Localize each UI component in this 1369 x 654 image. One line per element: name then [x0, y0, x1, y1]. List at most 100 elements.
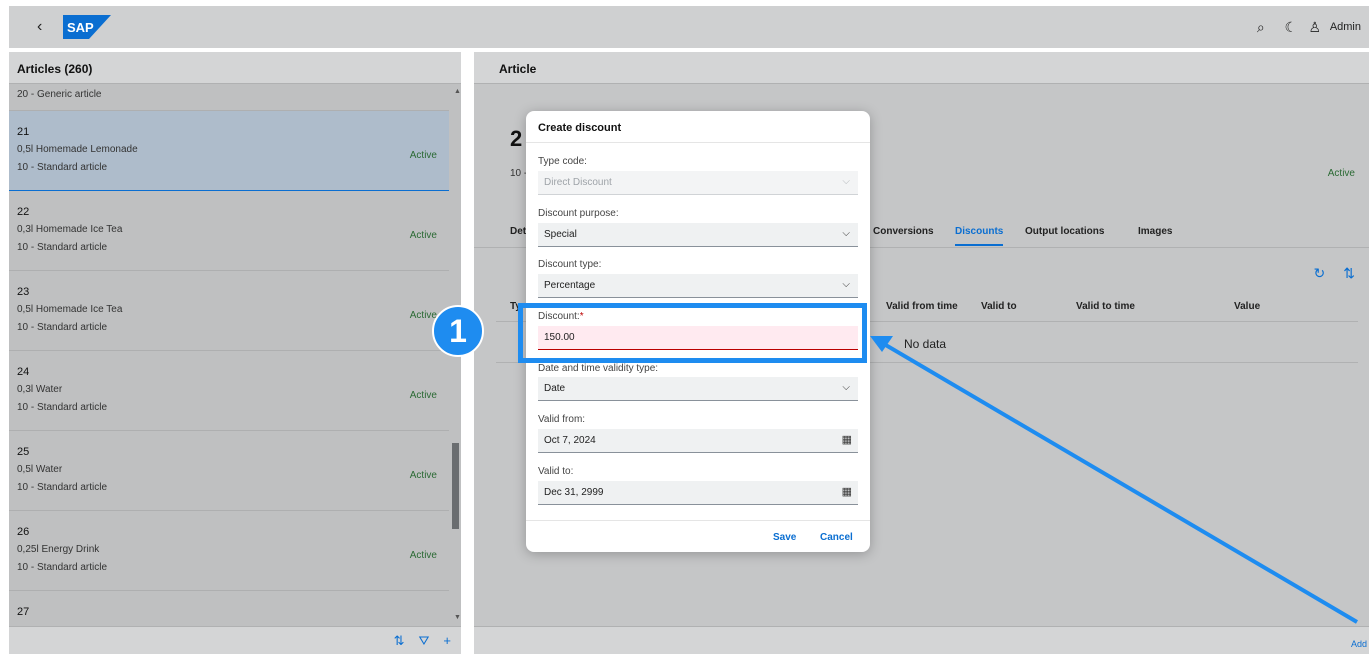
- list-item[interactable]: 21 0,5l Homemade Lemonade 10 - Standard …: [9, 111, 449, 191]
- discount-type-value: Percentage: [544, 280, 596, 291]
- validity-type-label: Date and time validity type:: [538, 363, 659, 374]
- articles-title: Articles (260): [9, 52, 461, 84]
- valid-from-datepicker[interactable]: Oct 7, 2024 ▦: [538, 429, 858, 453]
- list-item[interactable]: 23 0,5l Homemade Ice Tea 10 - Standard a…: [9, 271, 449, 351]
- item-number: 23: [17, 286, 30, 298]
- validity-type-select[interactable]: Date ⌵: [538, 377, 858, 401]
- list-item[interactable]: 27: [9, 591, 449, 625]
- type-code-select: Direct Discount ⌵: [538, 171, 858, 195]
- back-icon[interactable]: ‹: [37, 18, 42, 36]
- status-text: Active: [409, 470, 437, 481]
- item-type: 10 - Standard article: [17, 482, 108, 493]
- status-text: Active: [409, 310, 437, 321]
- shell-actions: ⌕ ☾ ♙ Admin: [1246, 6, 1369, 48]
- discount-type-label: Discount type:: [538, 259, 602, 270]
- cancel-button[interactable]: Cancel: [820, 532, 853, 543]
- filter-icon[interactable]: ⛛: [418, 633, 429, 649]
- calendar-icon[interactable]: ▦: [842, 433, 852, 446]
- item-number: 25: [17, 446, 30, 458]
- list-item[interactable]: 26 0,25l Energy Drink 10 - Standard arti…: [9, 511, 449, 591]
- detail-footer: Add: [474, 626, 1369, 654]
- valid-from-value: Oct 7, 2024: [544, 435, 596, 446]
- item-type: 10 - Standard article: [17, 162, 108, 173]
- item-name: 0,25l Energy Drink: [17, 544, 100, 555]
- valid-to-datepicker[interactable]: Dec 31, 2999 ▦: [538, 481, 858, 505]
- object-subtitle: 10 -: [510, 168, 528, 179]
- no-data-text: No data: [904, 337, 947, 351]
- sort-icon[interactable]: ⇅: [394, 633, 405, 649]
- item-type: 10 - Standard article: [17, 562, 108, 573]
- shell-bar: ‹ SAP ⌕ ☾ ♙ Admin: [9, 6, 1369, 48]
- dialog-footer: Save Cancel: [526, 520, 870, 552]
- validity-type-value: Date: [544, 383, 566, 394]
- dialog-title: Create discount: [526, 111, 870, 143]
- sap-logo[interactable]: SAP: [63, 15, 111, 39]
- save-button[interactable]: Save: [773, 532, 796, 543]
- tab-discounts[interactable]: Discounts: [955, 226, 1004, 246]
- object-title: 2: [510, 126, 523, 151]
- search-icon[interactable]: ⌕: [1246, 19, 1276, 36]
- list-item-partial[interactable]: 20 - Generic article: [9, 85, 449, 111]
- chevron-down-icon[interactable]: ⌵: [842, 228, 850, 239]
- status-text: Active: [409, 150, 437, 161]
- discount-purpose-value: Special: [544, 229, 577, 240]
- user-icon[interactable]: ♙: [1306, 19, 1324, 36]
- col-valid-from-time: Valid from time: [886, 301, 958, 312]
- chevron-down-icon: ⌵: [842, 176, 850, 187]
- item-number: 22: [17, 206, 30, 218]
- item-name: 0,5l Homemade Ice Tea: [17, 304, 123, 315]
- item-name: 0,3l Water: [17, 384, 63, 395]
- list-item[interactable]: 22 0,3l Homemade Ice Tea 10 - Standard a…: [9, 191, 449, 271]
- discount-purpose-select[interactable]: Special ⌵: [538, 223, 858, 247]
- item-type: 10 - Standard article: [17, 322, 108, 333]
- article-list[interactable]: 20 - Generic article 21 0,5l Homemade Le…: [9, 85, 449, 625]
- add-button[interactable]: Add: [1351, 639, 1367, 649]
- discount-type-select[interactable]: Percentage ⌵: [538, 274, 858, 298]
- refresh-icon[interactable]: ↻: [1314, 265, 1326, 282]
- item-name: 0,3l Homemade Ice Tea: [17, 224, 123, 235]
- user-name[interactable]: Admin: [1330, 21, 1361, 33]
- theme-moon-icon[interactable]: ☾: [1276, 19, 1306, 36]
- col-value: Value: [1234, 301, 1261, 312]
- tab-output-locations[interactable]: Output locations: [1025, 226, 1104, 237]
- tab-details[interactable]: Det: [510, 226, 526, 237]
- type-code-label: Type code:: [538, 156, 587, 167]
- detail-title: Article: [474, 52, 1369, 84]
- sort-icon[interactable]: ⇅: [1343, 265, 1355, 282]
- tab-images[interactable]: Images: [1138, 226, 1172, 237]
- item-number: 24: [17, 366, 30, 378]
- status-text: Active: [409, 230, 437, 241]
- articles-footer: ⇅ ⛛ +: [9, 626, 461, 654]
- item-number: 26: [17, 526, 30, 538]
- col-valid-to: Valid to: [981, 301, 1017, 312]
- list-item[interactable]: 25 0,5l Water 10 - Standard article Acti…: [9, 431, 449, 511]
- annotation-highlight-box: [518, 303, 867, 363]
- col-valid-to-time: Valid to time: [1076, 301, 1135, 312]
- tab-conversions[interactable]: Conversions: [873, 226, 934, 237]
- item-number: 27: [17, 606, 30, 618]
- item-name: 0,5l Homemade Lemonade: [17, 144, 138, 155]
- annotation-step-badge: 1: [432, 305, 484, 357]
- status-text: Active: [409, 550, 437, 561]
- valid-to-value: Dec 31, 2999: [544, 487, 604, 498]
- scroll-up-icon[interactable]: ▲: [454, 88, 461, 95]
- status-text: Active: [409, 390, 437, 401]
- valid-to-label: Valid to:: [538, 466, 574, 477]
- list-item[interactable]: 24 0,3l Water 10 - Standard article Acti…: [9, 351, 449, 431]
- item-name: 0,5l Water: [17, 464, 63, 475]
- item-type: 10 - Standard article: [17, 402, 108, 413]
- articles-panel: Articles (260) 20 - Generic article 21 0…: [9, 52, 461, 654]
- scroll-down-icon[interactable]: ▼: [454, 614, 461, 621]
- type-code-value: Direct Discount: [544, 177, 612, 188]
- chevron-down-icon[interactable]: ⌵: [842, 382, 850, 393]
- item-number: 21: [17, 126, 30, 138]
- calendar-icon[interactable]: ▦: [842, 485, 852, 498]
- valid-from-label: Valid from:: [538, 414, 586, 425]
- chevron-down-icon[interactable]: ⌵: [842, 279, 850, 290]
- object-status: Active: [1327, 168, 1355, 179]
- discount-purpose-label: Discount purpose:: [538, 208, 619, 219]
- logo-text: SAP: [67, 20, 94, 35]
- scrollbar-thumb[interactable]: [452, 443, 459, 529]
- add-icon[interactable]: +: [443, 633, 451, 649]
- item-type: 10 - Standard article: [17, 242, 108, 253]
